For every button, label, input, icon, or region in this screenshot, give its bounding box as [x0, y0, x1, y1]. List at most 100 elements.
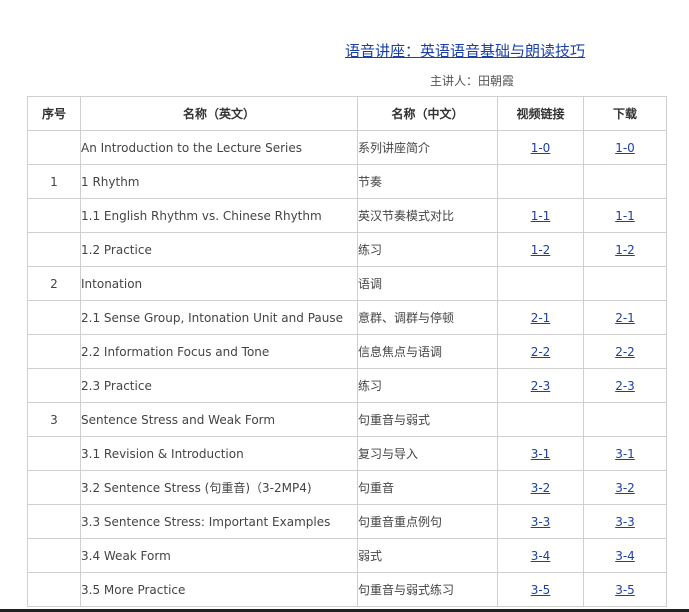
row-number: [27, 470, 81, 505]
header-download: 下载: [583, 96, 667, 131]
row-number: [27, 572, 81, 607]
download-cell-link[interactable]: 3-1: [615, 447, 635, 461]
table-row: 3.2 Sentence Stress (句重音)（3-2MP4) 句重音 3-2 3…: [27, 470, 667, 505]
download-cell: [583, 164, 667, 199]
row-name-zh: 弱式: [357, 538, 498, 573]
row-name-zh: 练习: [357, 232, 498, 267]
video-cell: 2-2: [497, 334, 584, 369]
video-cell: 3-3: [497, 504, 584, 539]
row-name-en: 2.3 Practice: [80, 368, 358, 403]
video-cell-link[interactable]: 2-3: [531, 379, 551, 393]
row-number: 3: [27, 402, 81, 437]
lecture-table: 序号 名称（英文） 名称（中文） 视频链接 下载 An Introduction…: [27, 96, 667, 607]
download-cell-link[interactable]: 1-0: [615, 141, 635, 155]
video-cell-link[interactable]: 1-2: [531, 243, 551, 257]
table-row: 1.2 Practice 练习 1-2 1-2: [27, 232, 667, 267]
video-cell: [497, 402, 584, 437]
row-name-zh: 句重音与弱式练习: [357, 572, 498, 607]
download-cell-link[interactable]: 2-3: [615, 379, 635, 393]
download-cell: 3-1: [583, 436, 667, 471]
video-cell: [497, 266, 584, 301]
speaker-label: 主讲人：田朝霞: [430, 74, 515, 88]
row-name-zh: 系列讲座简介: [357, 130, 498, 165]
page: 语音讲座：英语语音基础与朗读技巧 主讲人：田朝霞 序号 名称（英文） 名称（中文…: [0, 0, 689, 612]
download-cell-link[interactable]: 2-1: [615, 311, 635, 325]
video-cell-link[interactable]: 3-4: [531, 549, 551, 563]
download-cell: 2-3: [583, 368, 667, 403]
table-body: An Introduction to the Lecture Series 系列讲…: [27, 130, 667, 607]
table-row: 3.1 Revision & Introduction 复习与导入 3-1 3-1: [27, 436, 667, 471]
row-name-zh: 信息焦点与语调: [357, 334, 498, 369]
header-name-en: 名称（英文）: [80, 96, 358, 131]
row-name-en: 1.1 English Rhythm vs. Chinese Rhythm: [80, 198, 358, 233]
download-cell: 2-2: [583, 334, 667, 369]
header-video: 视频链接: [497, 96, 584, 131]
video-cell-link[interactable]: 3-3: [531, 515, 551, 529]
row-name-zh: 句重音重点例句: [357, 504, 498, 539]
video-cell: 3-4: [497, 538, 584, 573]
video-cell: [497, 164, 584, 199]
row-number: 2: [27, 266, 81, 301]
row-number: [27, 334, 81, 369]
download-cell-link[interactable]: 2-2: [615, 345, 635, 359]
table-row: An Introduction to the Lecture Series 系列讲…: [27, 130, 667, 165]
row-name-en: 3.5 More Practice: [80, 572, 358, 607]
download-cell-link[interactable]: 1-2: [615, 243, 635, 257]
video-cell: 1-1: [497, 198, 584, 233]
table-row: 2 Intonation 语调: [27, 266, 667, 301]
row-number: [27, 436, 81, 471]
video-cell: 3-2: [497, 470, 584, 505]
row-name-en: Sentence Stress and Weak Form: [80, 402, 358, 437]
page-title-link[interactable]: 语音讲座：英语语音基础与朗读技巧: [345, 40, 585, 61]
row-number: [27, 300, 81, 335]
video-cell: 1-0: [497, 130, 584, 165]
download-cell-link[interactable]: 3-5: [615, 583, 635, 597]
table-row: 3.4 Weak Form 弱式 3-4 3-4: [27, 538, 667, 573]
row-number: [27, 504, 81, 539]
download-cell-link[interactable]: 1-1: [615, 209, 635, 223]
download-cell-link[interactable]: 3-2: [615, 481, 635, 495]
row-name-en: 2.2 Information Focus and Tone: [80, 334, 358, 369]
download-cell-link[interactable]: 3-3: [615, 515, 635, 529]
table-header-row: 序号 名称（英文） 名称（中文） 视频链接 下载: [27, 96, 667, 131]
row-name-zh: 复习与导入: [357, 436, 498, 471]
table-row: 2.3 Practice 练习 2-3 2-3: [27, 368, 667, 403]
download-cell: 1-2: [583, 232, 667, 267]
row-name-zh: 节奏: [357, 164, 498, 199]
download-cell: 3-2: [583, 470, 667, 505]
row-number: [27, 130, 81, 165]
row-name-en: An Introduction to the Lecture Series: [80, 130, 358, 165]
row-number: [27, 232, 81, 267]
row-name-zh: 句重音: [357, 470, 498, 505]
row-number: [27, 368, 81, 403]
video-cell-link[interactable]: 2-1: [531, 311, 551, 325]
row-name-en: 1 Rhythm: [80, 164, 358, 199]
video-cell: 2-3: [497, 368, 584, 403]
row-name-en: 3.3 Sentence Stress: Important Examples: [80, 504, 358, 539]
video-cell-link[interactable]: 3-2: [531, 481, 551, 495]
download-cell: [583, 402, 667, 437]
video-cell-link[interactable]: 3-1: [531, 447, 551, 461]
row-name-en: 1.2 Practice: [80, 232, 358, 267]
table-row: 1.1 English Rhythm vs. Chinese Rhythm 英汉节…: [27, 198, 667, 233]
row-name-en: Intonation: [80, 266, 358, 301]
row-name-en: 3.4 Weak Form: [80, 538, 358, 573]
download-cell-link[interactable]: 3-4: [615, 549, 635, 563]
table-row: 11 Rhythm 节奏: [27, 164, 667, 199]
header-num: 序号: [27, 96, 81, 131]
video-cell-link[interactable]: 2-2: [531, 345, 551, 359]
download-cell: 3-4: [583, 538, 667, 573]
video-cell: 1-2: [497, 232, 584, 267]
download-cell: 1-0: [583, 130, 667, 165]
row-name-zh: 练习: [357, 368, 498, 403]
row-name-zh: 语调: [357, 266, 498, 301]
video-cell-link[interactable]: 3-5: [531, 583, 551, 597]
video-cell: 2-1: [497, 300, 584, 335]
row-name-zh: 句重音与弱式: [357, 402, 498, 437]
download-cell: 2-1: [583, 300, 667, 335]
download-cell: [583, 266, 667, 301]
download-cell: 1-1: [583, 198, 667, 233]
video-cell-link[interactable]: 1-0: [531, 141, 551, 155]
row-name-zh: 意群、调群与停顿: [357, 300, 498, 335]
video-cell-link[interactable]: 1-1: [531, 209, 551, 223]
